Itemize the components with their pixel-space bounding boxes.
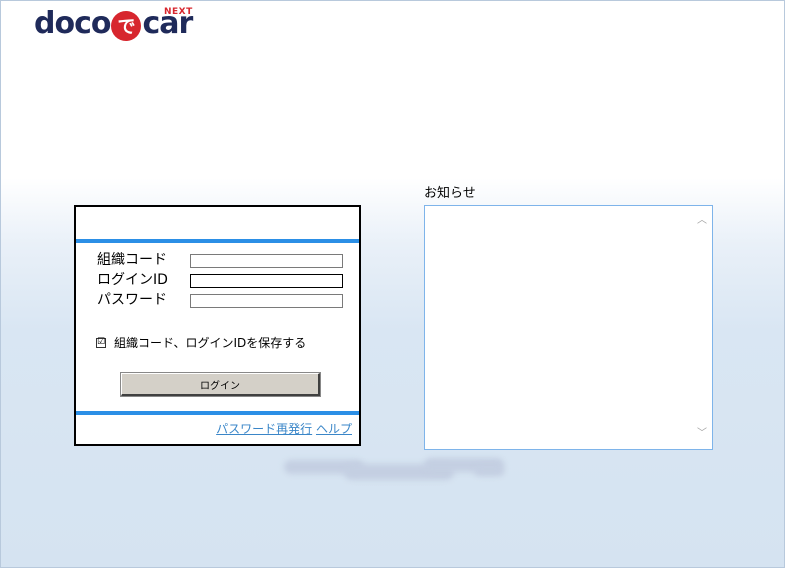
redacted-footer bbox=[284, 458, 508, 484]
scroll-down-icon[interactable]: ﹀ bbox=[697, 429, 707, 439]
remember-label: 組織コード、ログインIDを保存する bbox=[114, 336, 307, 350]
remember-credentials-option[interactable]: ☑ 組織コード、ログインIDを保存する bbox=[96, 334, 306, 351]
logo-badge-icon: で bbox=[111, 11, 142, 41]
login-button[interactable]: ログイン bbox=[120, 372, 321, 397]
help-link[interactable]: ヘルプ bbox=[316, 422, 352, 436]
login-panel-bottom-divider bbox=[76, 411, 359, 415]
login-id-input[interactable] bbox=[190, 274, 343, 288]
logo-next-label: NEXT bbox=[164, 7, 193, 17]
reset-password-link[interactable]: パスワード再発行 bbox=[216, 422, 312, 436]
login-panel: 組織コード ログインID パスワード ☑ 組織コード、ログインIDを保存する ロ… bbox=[74, 205, 361, 446]
org-code-label: 組織コード bbox=[97, 252, 167, 268]
org-code-input[interactable] bbox=[190, 254, 343, 268]
login-panel-top-divider bbox=[76, 239, 359, 243]
notice-textarea[interactable]: ︿ ﹀ bbox=[424, 205, 713, 450]
password-label: パスワード bbox=[97, 292, 167, 308]
remember-checkbox[interactable]: ☑ bbox=[96, 337, 106, 348]
password-input[interactable] bbox=[190, 294, 343, 308]
login-links: パスワード再発行 ヘルプ bbox=[216, 420, 352, 437]
scroll-up-icon[interactable]: ︿ bbox=[697, 216, 707, 226]
logo-text-doco: doco bbox=[34, 6, 111, 41]
notice-title: お知らせ bbox=[424, 186, 476, 201]
login-id-label: ログインID bbox=[97, 272, 168, 288]
docodecar-logo: doco で car NEXT bbox=[34, 4, 193, 44]
